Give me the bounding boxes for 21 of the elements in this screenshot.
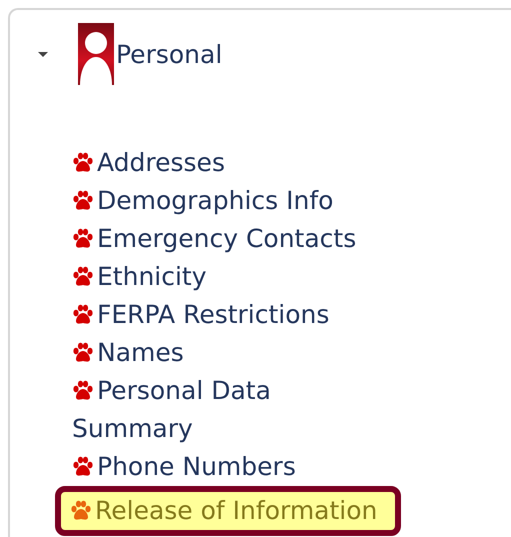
caret-icon[interactable]: [36, 49, 50, 59]
tree-item[interactable]: Release of Information: [55, 486, 402, 536]
paw-icon: [72, 227, 94, 249]
paw-icon: [72, 455, 94, 477]
paw-icon: [70, 499, 92, 521]
tree-item[interactable]: Demographics Info: [72, 182, 370, 220]
paw-icon: [72, 265, 94, 287]
tree-item[interactable]: Addresses: [72, 144, 370, 182]
paw-icon: [72, 303, 94, 325]
tree-item[interactable]: Phone Numbers: [72, 448, 370, 486]
paw-icon: [72, 379, 94, 401]
paw-icon: [72, 341, 94, 363]
person-icon: [78, 23, 114, 85]
section-title[interactable]: Personal: [116, 40, 222, 68]
paw-icon: [72, 189, 94, 211]
tree-item[interactable]: Ethnicity: [72, 258, 370, 296]
tree-item[interactable]: Names: [72, 334, 370, 372]
paw-icon: [72, 151, 94, 173]
tree-item[interactable]: FERPA Restrictions: [72, 296, 370, 334]
tree-item[interactable]: Emergency Contacts: [72, 220, 370, 258]
tree-item[interactable]: Personal Data Summary: [72, 372, 370, 448]
